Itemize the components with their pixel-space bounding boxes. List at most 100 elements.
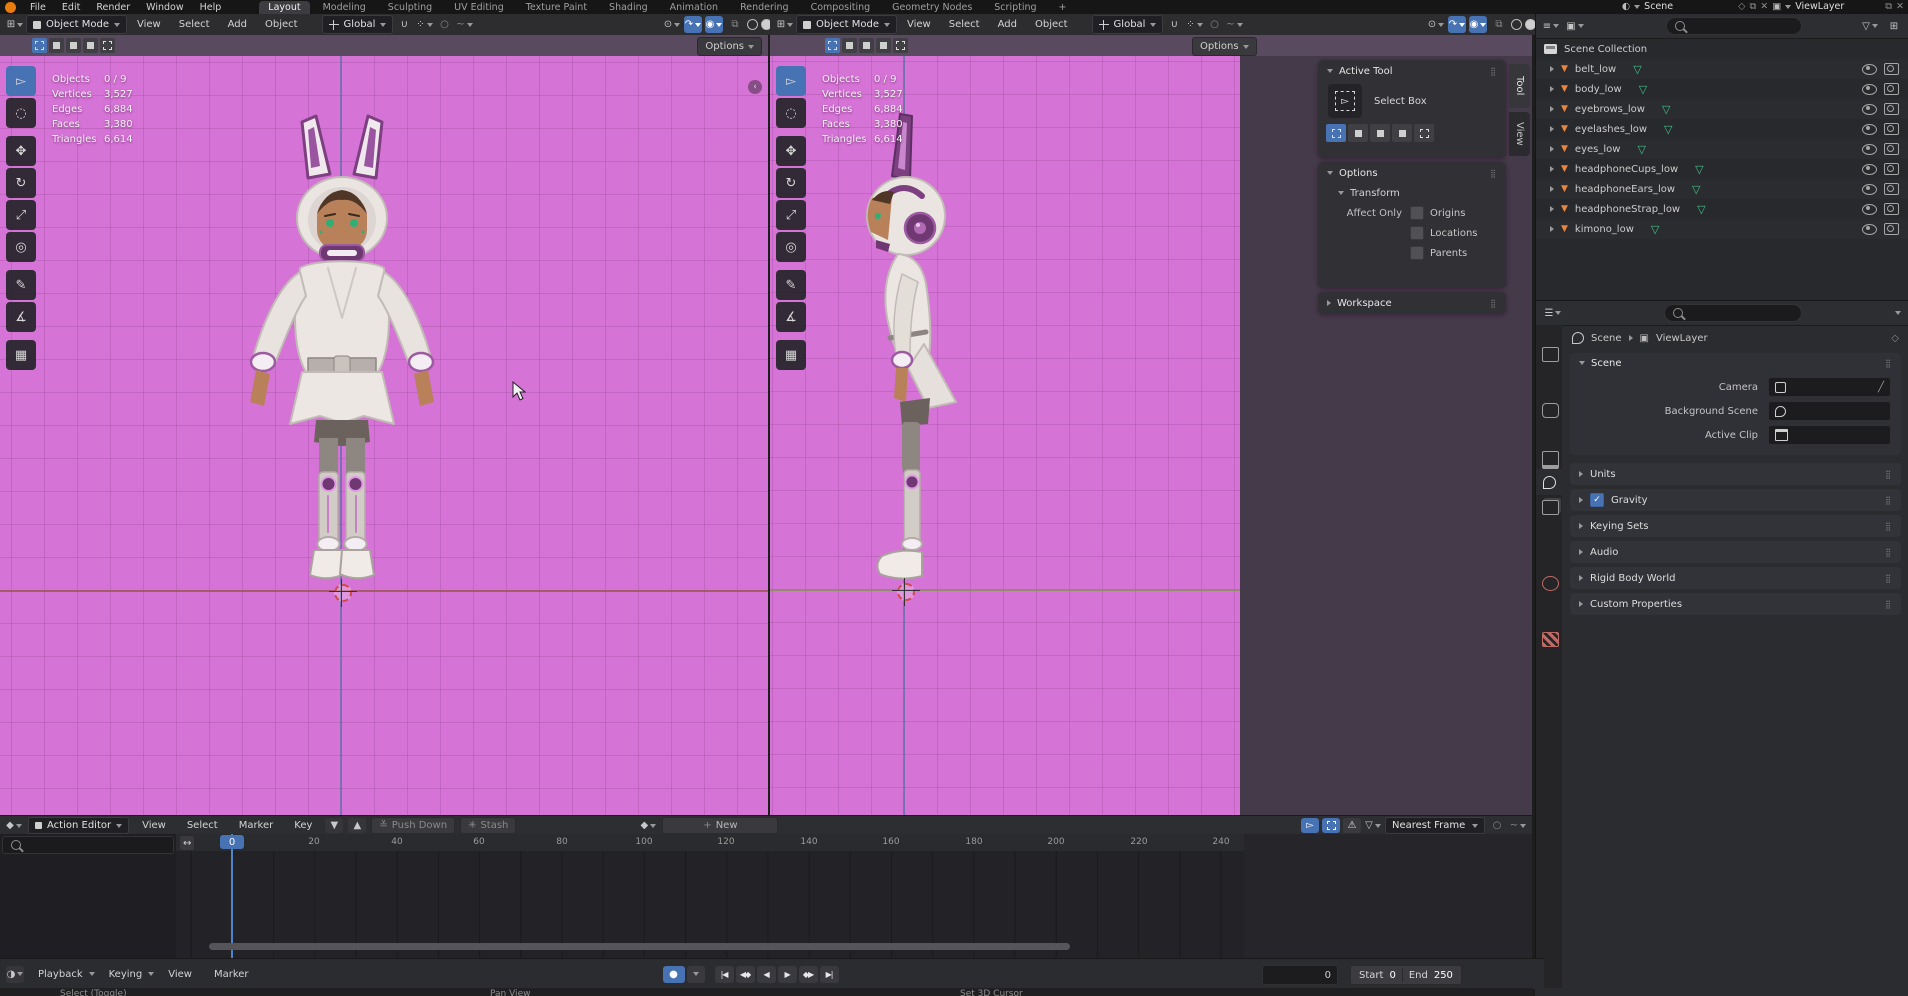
active-clip-field[interactable] bbox=[1768, 425, 1891, 445]
outliner-row-eyes[interactable]: ▼ eyes_low ▽ bbox=[1536, 139, 1908, 159]
viewlayer-selector[interactable]: ViewLayer bbox=[1795, 1, 1881, 12]
new-collection-icon[interactable]: ⊞ bbox=[1885, 18, 1903, 35]
dopesheet-menu-select[interactable]: Select bbox=[179, 820, 226, 831]
outliner-search-input[interactable] bbox=[1666, 17, 1802, 35]
filter-icon[interactable]: ▽ bbox=[1861, 18, 1879, 35]
workspace-tab-layout[interactable]: Layout bbox=[259, 1, 309, 14]
workspace-tab-sculpting[interactable]: Sculpting bbox=[379, 1, 441, 14]
viewport-menu-object[interactable]: Object bbox=[1027, 19, 1076, 30]
hide-render-icon[interactable] bbox=[1884, 83, 1899, 95]
options-chevron-icon[interactable] bbox=[1895, 311, 1901, 315]
tab-tool-icon[interactable] bbox=[1542, 347, 1559, 362]
viewport-menu-add[interactable]: Add bbox=[990, 19, 1025, 30]
outliner-row-kimono[interactable]: ▼ kimono_low ▽ bbox=[1536, 219, 1908, 239]
hide-render-icon[interactable] bbox=[1884, 63, 1899, 75]
editor-type-icon[interactable]: ◑ bbox=[6, 966, 24, 983]
hide-viewport-icon[interactable] bbox=[1862, 184, 1877, 195]
expand-icon[interactable] bbox=[1550, 166, 1554, 172]
camera-field[interactable]: ╱ bbox=[1768, 377, 1891, 397]
dope-sheet-tracks[interactable] bbox=[176, 851, 1244, 958]
tab-world-icon[interactable] bbox=[1542, 576, 1559, 591]
tool-transform[interactable]: ◎ bbox=[6, 232, 36, 262]
current-frame-badge[interactable]: 0 bbox=[220, 835, 244, 849]
menu-help[interactable]: Help bbox=[192, 2, 230, 13]
auto-keying-options-icon[interactable] bbox=[687, 966, 705, 983]
snap-toggle-icon[interactable]: ∪ bbox=[395, 16, 413, 33]
end-value[interactable]: 250 bbox=[1434, 970, 1453, 981]
orientation-dropdown[interactable]: Global bbox=[1092, 15, 1164, 34]
select-mode-invert-icon[interactable] bbox=[876, 38, 891, 53]
snap-settings-icon[interactable]: ⁘ bbox=[1185, 16, 1203, 33]
only-selected-icon[interactable]: ▻ bbox=[1301, 818, 1319, 833]
keying-menu[interactable]: Keying bbox=[101, 969, 151, 980]
tool-move[interactable]: ✥ bbox=[6, 136, 36, 166]
snap-settings-icon[interactable]: ⁘ bbox=[415, 16, 433, 33]
orientation-dropdown[interactable]: Global bbox=[322, 15, 394, 34]
workspace-tab-animation[interactable]: Animation bbox=[661, 1, 727, 14]
keying-sets-panel[interactable]: Keying Sets⣿ bbox=[1570, 515, 1901, 537]
hide-viewport-icon[interactable] bbox=[1862, 164, 1877, 175]
add-workspace-button[interactable]: + bbox=[1050, 1, 1076, 14]
hide-viewport-icon[interactable] bbox=[1862, 104, 1877, 115]
panel-title[interactable]: Scene bbox=[1591, 358, 1622, 369]
select-mode-extend-icon[interactable] bbox=[842, 38, 857, 53]
select-mode-extend-icon[interactable] bbox=[1348, 124, 1368, 142]
tab-texture-icon[interactable] bbox=[1542, 632, 1559, 647]
viewport-menu-add[interactable]: Add bbox=[220, 19, 255, 30]
transform-subpanel-title[interactable]: Transform bbox=[1350, 188, 1400, 199]
toggle-xray-icon[interactable]: ⧉ bbox=[726, 16, 744, 33]
show-gizmo-icon[interactable]: ↷ bbox=[1448, 16, 1466, 33]
active-tool-button[interactable]: ▻ bbox=[1328, 84, 1362, 118]
new-action-button[interactable]: +New bbox=[662, 817, 778, 834]
timeline-ruler[interactable]: ↔ 20 40 60 80 100 120 140 160 180 200 22… bbox=[176, 834, 1244, 852]
expand-icon[interactable] bbox=[1550, 206, 1554, 212]
tool-cursor[interactable]: ◌ bbox=[6, 98, 36, 128]
workspace-tab-rendering[interactable]: Rendering bbox=[731, 1, 798, 14]
collapse-icon[interactable] bbox=[1338, 191, 1344, 195]
proportional-falloff-icon[interactable]: ~ bbox=[455, 16, 473, 33]
workspace-tab-uv-editing[interactable]: UV Editing bbox=[445, 1, 513, 14]
drag-dots-icon[interactable]: ⣿ bbox=[1490, 67, 1497, 76]
proportional-editing-icon[interactable]: ○ bbox=[1205, 16, 1223, 33]
options-button[interactable]: Options bbox=[697, 37, 762, 56]
hide-viewport-icon[interactable] bbox=[1862, 124, 1877, 135]
tool-scale[interactable]: ⤢ bbox=[776, 200, 806, 230]
collapse-icon[interactable] bbox=[1327, 69, 1333, 73]
drag-dots-icon[interactable]: ⣿ bbox=[1490, 299, 1497, 308]
hide-viewport-icon[interactable] bbox=[1862, 144, 1877, 155]
horizontal-scrollbar[interactable] bbox=[209, 943, 1070, 950]
outliner-root-row[interactable]: Scene Collection bbox=[1536, 39, 1908, 59]
hide-render-icon[interactable] bbox=[1884, 143, 1899, 155]
move-down-icon[interactable]: ▼ bbox=[325, 818, 343, 833]
select-mode-new-icon[interactable] bbox=[825, 38, 840, 53]
dopesheet-menu-view[interactable]: View bbox=[134, 820, 174, 831]
pin-icon[interactable]: ◇ bbox=[1738, 1, 1745, 12]
selection-box-icon[interactable] bbox=[1322, 818, 1340, 833]
move-up-icon[interactable]: ▲ bbox=[348, 818, 366, 833]
viewport-menu-view[interactable]: View bbox=[129, 19, 169, 30]
gravity-panel[interactable]: ✓Gravity⣿ bbox=[1570, 489, 1901, 511]
jump-to-end-button[interactable]: ▶| bbox=[820, 966, 839, 983]
gravity-checkbox[interactable]: ✓ bbox=[1590, 493, 1604, 507]
outliner-row-headphonecups[interactable]: ▼ headphoneCups_low ▽ bbox=[1536, 159, 1908, 179]
tool-measure[interactable]: ∡ bbox=[776, 302, 806, 332]
tab-view-layer-icon[interactable] bbox=[1542, 500, 1559, 515]
select-mode-intersect-icon[interactable] bbox=[1414, 124, 1434, 142]
delete-scene-icon[interactable]: ✕ bbox=[1760, 1, 1768, 12]
next-keyframe-button[interactable]: ◆▶ bbox=[799, 966, 818, 983]
show-overlays-icon[interactable]: ◉ bbox=[705, 16, 723, 33]
expand-icon[interactable] bbox=[1550, 106, 1554, 112]
drag-dots-icon[interactable]: ⣿ bbox=[1490, 169, 1497, 178]
menu-window[interactable]: Window bbox=[138, 2, 191, 13]
outliner-row-headphonestrap[interactable]: ▼ headphoneStrap_low ▽ bbox=[1536, 199, 1908, 219]
select-visibility-icon[interactable]: ⊙ bbox=[663, 16, 681, 33]
marker-menu[interactable]: Marker bbox=[206, 969, 257, 980]
shading-wireframe-icon[interactable] bbox=[1511, 19, 1522, 30]
playback-menu[interactable]: Playback bbox=[30, 969, 91, 980]
proportional-falloff-icon[interactable]: ~ bbox=[1509, 818, 1527, 833]
proportional-falloff-icon[interactable]: ~ bbox=[1225, 16, 1243, 33]
tab-scene-icon-active[interactable] bbox=[1536, 469, 1562, 495]
tool-cursor[interactable]: ◌ bbox=[776, 98, 806, 128]
hide-viewport-icon[interactable] bbox=[1862, 224, 1877, 235]
viewport-menu-select[interactable]: Select bbox=[171, 19, 218, 30]
